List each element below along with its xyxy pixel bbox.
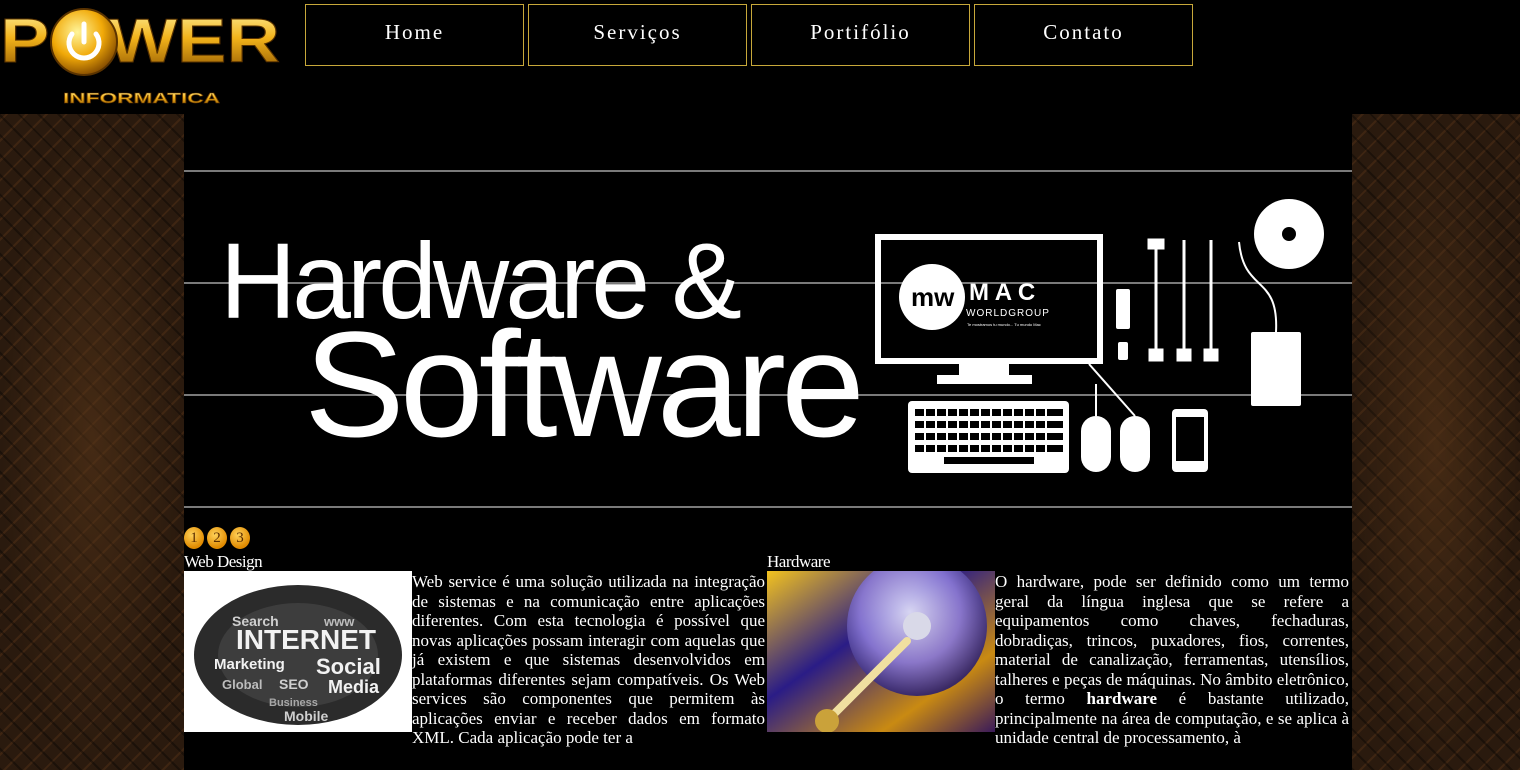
- cd-icon: [1254, 199, 1324, 269]
- main-content: Hardware & Software mw M A C WORLDGROUP …: [184, 114, 1352, 770]
- nav-servicos[interactable]: Serviços: [528, 4, 747, 66]
- phone-icon: [1172, 409, 1208, 472]
- svg-text:Mobile: Mobile: [284, 708, 329, 724]
- logo-subtitle: INFORMATICA: [63, 90, 220, 107]
- mac-brand: M A C: [969, 279, 1035, 306]
- main-nav: Home Serviços Portifólio Contato: [305, 4, 1197, 68]
- left-texture-panel: [0, 114, 184, 770]
- svg-text:Marketing: Marketing: [214, 656, 285, 673]
- mac-group: WORLDGROUP: [966, 308, 1050, 319]
- svg-text:Business: Business: [269, 697, 318, 709]
- svg-text:Social: Social: [316, 654, 381, 679]
- header: POWER INFORMATICA Home Serviços Portifól…: [0, 0, 1520, 114]
- svg-text:mw: mw: [911, 282, 955, 312]
- internet-wordcloud-image: INTERNET Social Marketing SEO Media Glob…: [184, 571, 412, 732]
- svg-text:Search: Search: [232, 613, 279, 629]
- nav-portifolio[interactable]: Portifólio: [751, 4, 970, 66]
- power-logo[interactable]: POWER INFORMATICA: [0, 2, 280, 110]
- hero-banner: Hardware & Software mw M A C WORLDGROUP …: [184, 114, 1352, 524]
- nav-contato[interactable]: Contato: [974, 4, 1193, 66]
- hard-drive-image: [767, 571, 995, 732]
- nav-home[interactable]: Home: [305, 4, 524, 66]
- web-design-text: Web service é uma solução utilizada na i…: [412, 572, 765, 747]
- right-texture-panel: [1352, 114, 1520, 770]
- hardware-title: Hardware: [767, 552, 831, 571]
- hardware-text: O hardware, pode ser definido como um te…: [995, 572, 1349, 747]
- web-design-title: Web Design: [184, 552, 263, 571]
- svg-text:SEO: SEO: [279, 676, 309, 692]
- mac-tagline: Te mostramos tu mundo... Tu mundo Mac: [967, 322, 1041, 327]
- banner-line2: Software: [304, 300, 860, 468]
- slider-pager: 1 2 3: [184, 527, 253, 549]
- keyboard-icon: [908, 401, 1069, 473]
- svg-text:Media: Media: [328, 677, 380, 697]
- slide-dot-2[interactable]: 2: [207, 527, 227, 549]
- logo-wordmark: POWER: [0, 7, 280, 76]
- slide-dot-1[interactable]: 1: [184, 527, 204, 549]
- usb-drive-icon: [1116, 289, 1130, 360]
- slide-dot-3[interactable]: 3: [230, 527, 250, 549]
- svg-text:www: www: [323, 614, 355, 629]
- svg-text:Global: Global: [222, 677, 262, 692]
